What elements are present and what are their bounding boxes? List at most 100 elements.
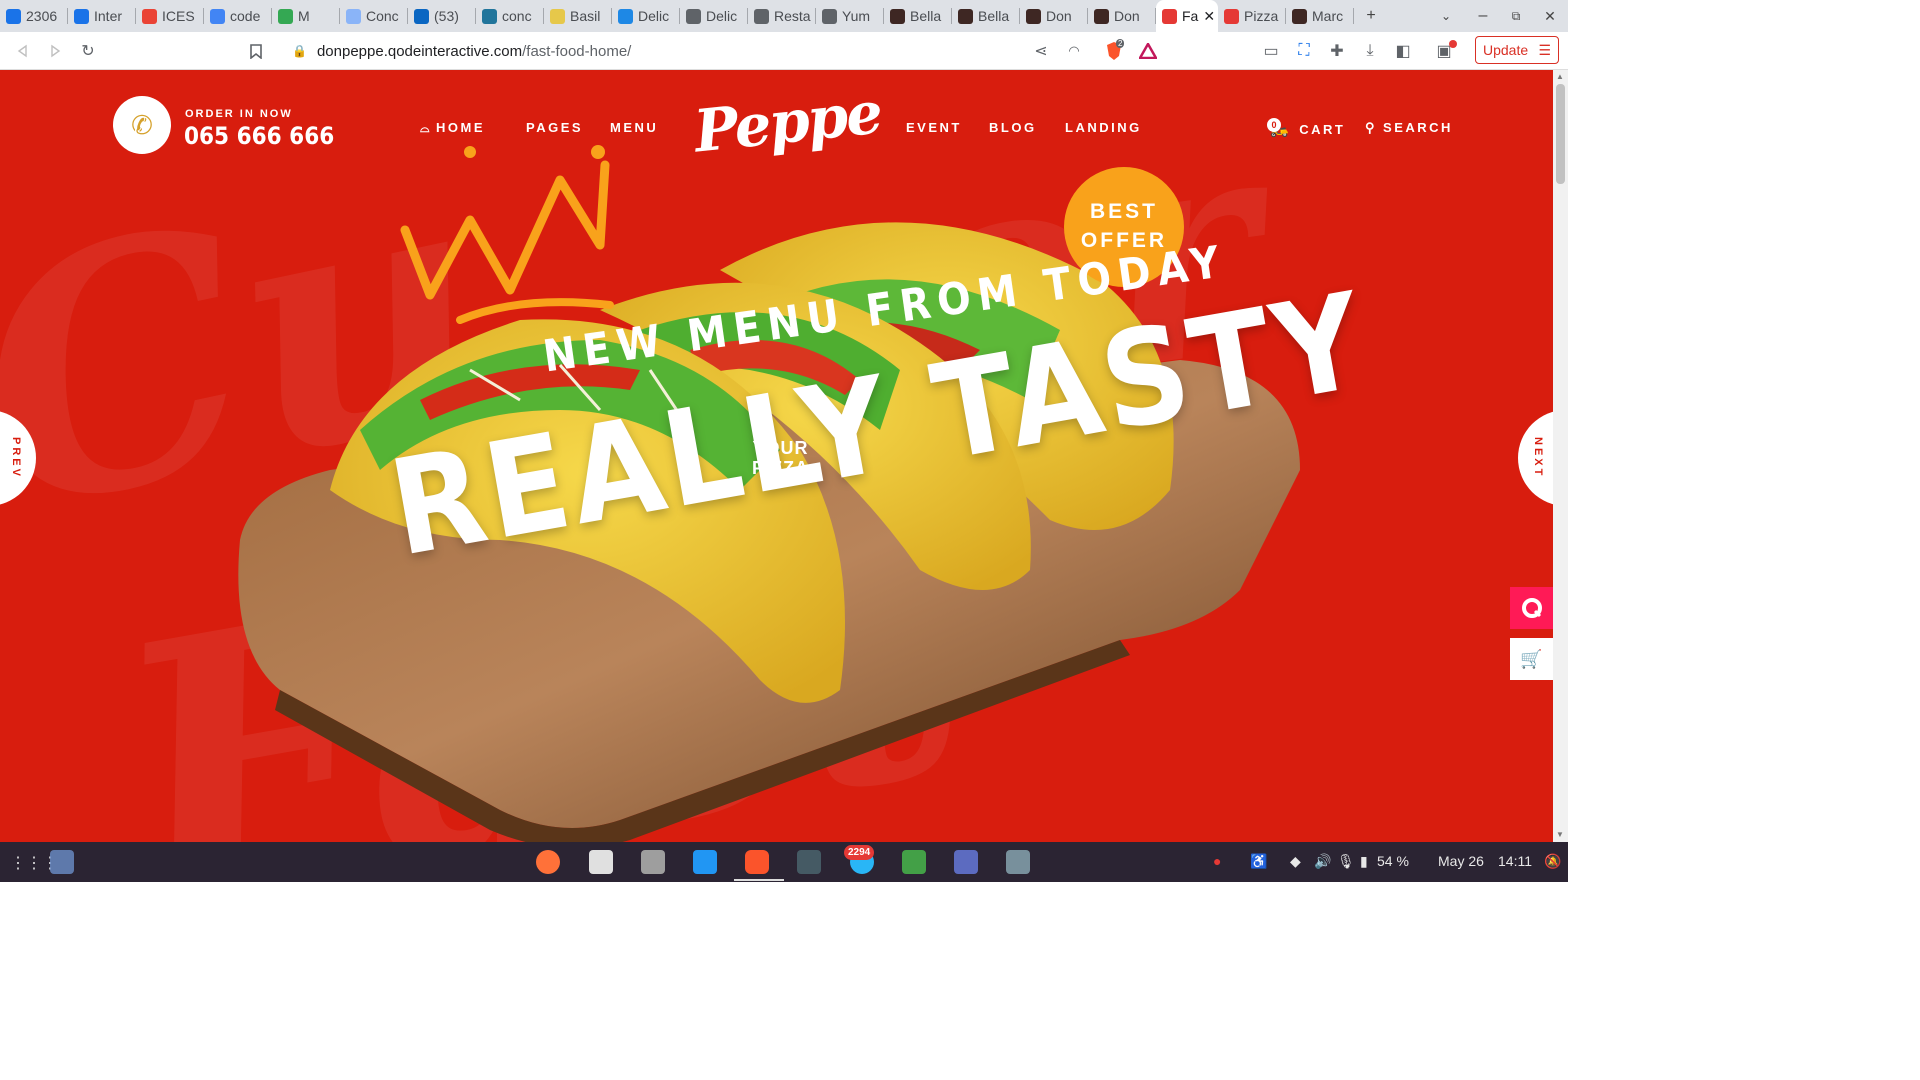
cart-icon: 🛒 (1520, 648, 1543, 669)
google-icon (210, 8, 225, 24)
microphone-icon[interactable]: 🎙 (1337, 853, 1355, 870)
restore-button[interactable]: ⧉ (1501, 0, 1531, 32)
browser-tab[interactable]: Delic (612, 0, 680, 32)
wifi-icon[interactable]: ◆ (1290, 853, 1301, 870)
nav-home[interactable]: ⌓ HOME (420, 120, 485, 136)
browser-tab[interactable]: Inter (68, 0, 136, 32)
is-icon (6, 8, 21, 24)
nav-pages[interactable]: PAGES (526, 120, 583, 135)
order-label: ORDER IN NOW (185, 108, 293, 120)
scrollbar-thumb[interactable] (1556, 84, 1565, 184)
browser-tab[interactable]: M (272, 0, 340, 32)
update-button[interactable]: Update ☰ (1475, 36, 1559, 64)
accessibility-icon[interactable]: ♿ (1250, 853, 1267, 870)
notifications-off-icon[interactable]: 🔕 (1544, 853, 1561, 870)
browser-tab[interactable]: Conc (340, 0, 408, 32)
nav-event[interactable]: EVENT (906, 120, 962, 135)
browser-tab[interactable]: Bella (952, 0, 1020, 32)
browser-toolbar: ↻ 🔒 donpeppe.qodeinteractive.com/fast-fo… (0, 32, 1568, 70)
sidebar-icon[interactable]: ◧ (1390, 38, 1416, 64)
browser-tab[interactable]: Don (1088, 0, 1156, 32)
terminal-icon[interactable] (797, 850, 821, 874)
crypto-wallet-icon[interactable]: ▣ (1431, 38, 1457, 64)
browser-tab[interactable]: Marc (1286, 0, 1354, 32)
tab-title: Conc (366, 8, 399, 24)
order-phone[interactable]: 065 666 666 (184, 122, 334, 150)
forward-button[interactable] (42, 38, 68, 64)
chat-side-button[interactable] (1510, 587, 1553, 629)
screenshot-tool-icon[interactable] (1006, 850, 1030, 874)
share-icon[interactable]: ⋖ (1028, 38, 1054, 64)
gmail-icon (142, 8, 157, 24)
browser-tab[interactable]: (53) (408, 0, 476, 32)
browser-tab[interactable]: 2306 (0, 0, 68, 32)
new-tab-button[interactable]: + (1356, 0, 1386, 32)
brave-rewards-icon[interactable] (1135, 38, 1161, 64)
prev-label: PREV (10, 437, 22, 479)
cart-link[interactable]: 🛵 CART (1270, 120, 1345, 138)
tagline-line1: YOUR (752, 438, 809, 458)
browser-tab[interactable]: conc (476, 0, 544, 32)
document-icon[interactable] (954, 850, 978, 874)
extensions-icon[interactable]: ✚ (1324, 38, 1350, 64)
minimize-button[interactable]: – (1468, 0, 1498, 32)
vscode-icon[interactable] (693, 850, 717, 874)
tray-app-icon[interactable]: ● (1213, 853, 1221, 869)
nav-blog[interactable]: BLOG (989, 120, 1037, 135)
tab-title: Resta (774, 8, 811, 24)
volume-icon[interactable]: 🔊 (1314, 853, 1331, 870)
firefox-icon[interactable] (536, 850, 560, 874)
feather-icon (346, 8, 361, 24)
tab-title: ICES (162, 8, 195, 24)
browser-tab[interactable]: Pizza (1218, 0, 1286, 32)
screenshot-icon[interactable]: ⛶ (1291, 38, 1317, 64)
tab-search-chevron-icon[interactable]: ⌄ (1431, 0, 1461, 32)
battery-level: 54 % (1377, 853, 1409, 869)
browser-tab[interactable]: code (204, 0, 272, 32)
bookmark-icon[interactable] (243, 38, 269, 64)
window-switcher-icon[interactable] (50, 850, 74, 874)
lock-icon: 🔒 (292, 44, 307, 58)
close-tab-icon[interactable]: ✕ (1203, 8, 1215, 25)
nav-landing[interactable]: LANDING (1065, 120, 1142, 135)
browser-tab[interactable]: Resta (748, 0, 816, 32)
browser-tab[interactable]: Yum (816, 0, 884, 32)
scroll-down-arrow-icon[interactable]: ▼ (1556, 830, 1564, 839)
rss-icon[interactable]: ◠ (1061, 38, 1087, 64)
globe-icon (822, 8, 837, 24)
close-window-button[interactable]: ✕ (1535, 0, 1565, 32)
browser-tab[interactable]: Bella (884, 0, 952, 32)
files-icon[interactable] (641, 850, 665, 874)
browser-tab[interactable]: Don (1020, 0, 1088, 32)
download-icon[interactable]: ⤓ (1357, 38, 1383, 64)
browser-tab[interactable]: Fa ✕ (1156, 0, 1218, 32)
brave-browser-icon[interactable] (745, 850, 769, 874)
page-scrollbar[interactable] (1553, 70, 1568, 842)
brave-shields-icon[interactable]: 2 (1101, 38, 1127, 64)
nav-menu[interactable]: MENU (610, 120, 658, 135)
reload-button[interactable]: ↻ (75, 38, 101, 64)
wallet-icon[interactable]: ▭ (1258, 38, 1284, 64)
tab-title: Don (1114, 8, 1140, 24)
text-editor-icon[interactable] (589, 850, 613, 874)
search-link[interactable]: ⚲ SEARCH (1365, 120, 1453, 136)
browser-tab[interactable]: Basil (544, 0, 612, 32)
tab-title: Don (1046, 8, 1072, 24)
cart-side-button[interactable]: 🛒 (1510, 638, 1553, 680)
time-text[interactable]: 14:11 (1498, 853, 1532, 869)
scroll-up-arrow-icon[interactable]: ▲ (1556, 72, 1564, 81)
tab-title: Marc (1312, 8, 1344, 24)
tab-title: (53) (434, 8, 459, 24)
date-text[interactable]: May 26 (1438, 853, 1484, 869)
globe-icon (754, 8, 769, 24)
tab-title: 2306 (26, 8, 58, 24)
peppe-icon (1162, 8, 1177, 24)
phone-icon[interactable]: ✆ (113, 96, 171, 154)
browser-tab-strip: 2306 Inter ICES code M Conc (53) conc Basil Delic… (0, 0, 1568, 32)
cart-count-badge: 0 (1267, 118, 1281, 132)
browser-tab[interactable]: Delic (680, 0, 748, 32)
tab-title: code (230, 8, 261, 24)
spreadsheet-icon[interactable] (902, 850, 926, 874)
back-button[interactable] (10, 38, 36, 64)
browser-tab[interactable]: ICES (136, 0, 204, 32)
